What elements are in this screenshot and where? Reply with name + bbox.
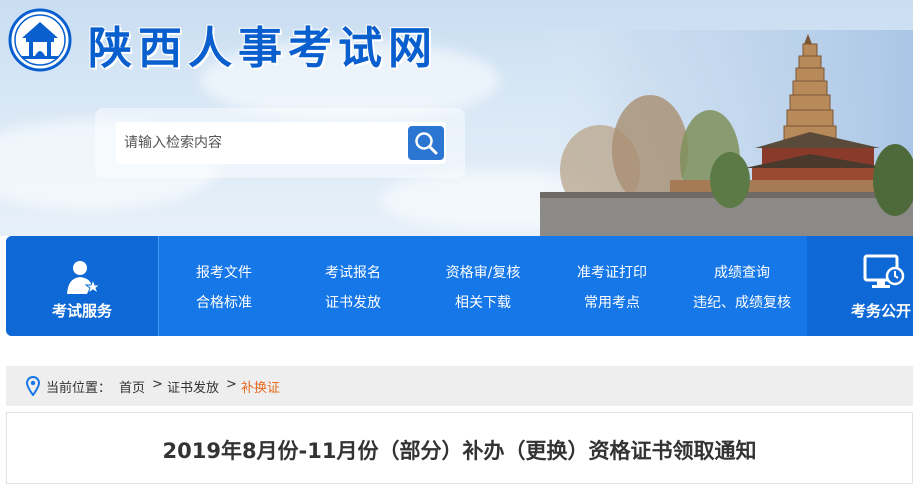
article-container: 2019年8月份-11月份（部分）补办（更换）资格证书领取通知 xyxy=(6,412,913,484)
nav-exam-service[interactable]: 考试服务 xyxy=(6,236,159,336)
nav-link-exam-documents[interactable]: 报考文件 xyxy=(196,262,252,282)
pagoda-gate-logo-icon xyxy=(8,8,72,72)
breadcrumb-certificate-link[interactable]: 证书发放 xyxy=(167,377,219,396)
breadcrumb-separator: > xyxy=(152,377,163,392)
nav-link-admission-ticket-print[interactable]: 准考证打印 xyxy=(577,262,647,282)
article-title: 2019年8月份-11月份（部分）补办（更换）资格证书领取通知 xyxy=(162,439,757,463)
breadcrumb-home-link[interactable]: 首页 xyxy=(119,377,145,396)
nav-exam-affairs-public[interactable]: 考务公开 xyxy=(807,236,913,336)
nav-link-exam-sites[interactable]: 常用考点 xyxy=(584,292,640,312)
nav-link-qualification-review[interactable]: 资格审/复核 xyxy=(446,262,521,282)
nav-exam-affairs-public-label: 考务公开 xyxy=(851,302,912,320)
nav-link-qualification-standard[interactable]: 合格标准 xyxy=(196,292,252,312)
location-pin-icon xyxy=(26,376,40,396)
person-star-icon xyxy=(67,261,102,295)
big-wild-goose-pagoda-image xyxy=(540,30,913,236)
header-banner: 陕西人事考试网 xyxy=(0,0,913,236)
nav-link-certificate-issuance[interactable]: 证书发放 xyxy=(325,292,381,312)
monitor-clock-icon xyxy=(863,254,905,288)
breadcrumb: 当前位置： 首页 > 证书发放 > 补换证 xyxy=(6,366,913,406)
nav-link-downloads[interactable]: 相关下载 xyxy=(455,292,511,312)
search-button[interactable] xyxy=(408,126,444,160)
site-title: 陕西人事考试网 xyxy=(88,23,438,74)
breadcrumb-label: 当前位置： xyxy=(46,381,112,396)
breadcrumb-current: 补换证 xyxy=(241,381,281,396)
nav-link-score-review[interactable]: 违纪、成绩复核 xyxy=(693,292,791,312)
main-nav: 考试服务 报考文件 合格标准 考试报名 证书发放 资格审/复核 相关下载 准考证… xyxy=(6,236,913,336)
breadcrumb-separator: > xyxy=(226,377,237,392)
nav-exam-service-label: 考试服务 xyxy=(51,302,112,320)
search-input[interactable] xyxy=(116,122,446,164)
nav-link-score-query[interactable]: 成绩查询 xyxy=(714,262,770,282)
nav-link-exam-registration[interactable]: 考试报名 xyxy=(325,262,381,282)
search-icon xyxy=(415,132,438,155)
